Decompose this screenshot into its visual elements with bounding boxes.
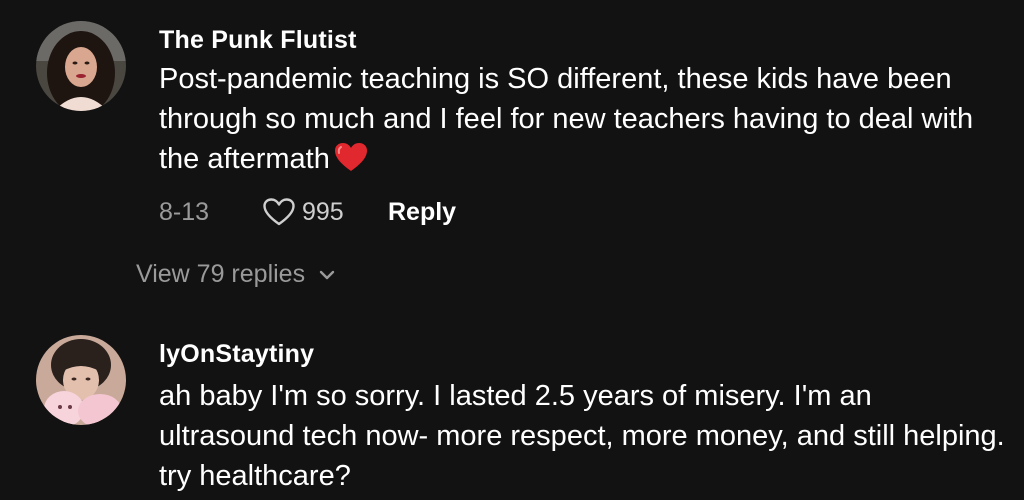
comment-date: 8-13 [159,197,210,226]
avatar[interactable] [36,21,126,111]
chevron-down-icon [319,270,335,280]
comment-text-content: Post-pandemic teaching is SO different, … [159,63,974,175]
heart-outline-icon[interactable] [262,197,296,227]
avatar[interactable] [36,335,126,425]
comment-item: The Punk Flutist Post-pandemic teaching … [0,0,1024,250]
comment-author[interactable]: The Punk Flutist [159,26,357,55]
comment-meta: 8-13 995 Reply [159,194,456,230]
view-replies-label: View 79 replies [136,260,306,288]
like-count: 995 [302,197,344,226]
comment-text: ah baby I'm so sorry. I lasted 2.5 years… [159,380,1005,492]
view-replies-button[interactable]: View 79 replies [136,260,335,289]
reply-button[interactable]: Reply [388,198,456,227]
comment-item: lyOnStaytiny ah baby I'm so sorry. I las… [0,320,1024,500]
comment-author[interactable]: lyOnStaytiny [159,340,314,369]
comment-text: Post-pandemic teaching is SO different, … [159,59,1009,183]
red-heart-emoji-icon [334,142,368,183]
